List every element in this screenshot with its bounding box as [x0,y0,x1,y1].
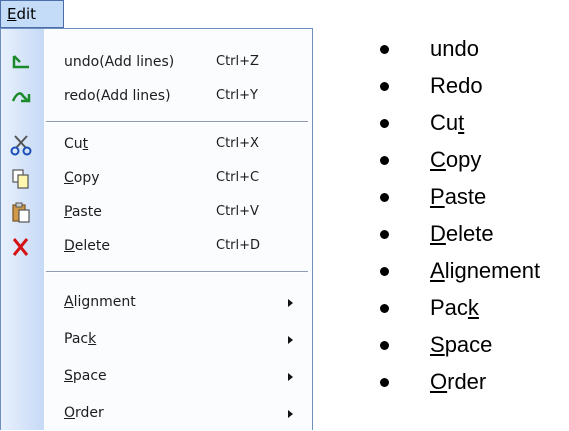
bullet-dot [380,82,389,91]
list-item: Pack [380,293,540,330]
bullet-dot [380,119,389,128]
list-item: Space [380,330,540,367]
menu-item-undo[interactable]: undo(Add lines) Ctrl+Z [1,46,312,80]
copy-icon [12,169,29,189]
shortcut-label: Ctrl+Y [216,88,258,103]
edit-menu-label: Edit [7,5,37,23]
menu-item-alignment[interactable]: Alignment [1,286,312,320]
list-item: Cut [380,108,540,145]
command-bullet-list: undo Redo Cut Copy Paste Delete Aligneme… [380,34,540,404]
list-item: Redo [380,71,540,108]
delete-icon [12,238,29,256]
bullet-dot [380,378,389,387]
bullet-dot [380,45,389,54]
menu-item-label: Order [64,405,104,421]
menu-item-order[interactable]: Order [1,397,312,431]
bullet-dot [380,304,389,313]
menu-item-space[interactable]: Space [1,360,312,394]
list-item: Delete [380,219,540,256]
edit-menu-title[interactable]: Edit [0,0,64,28]
menu-separator [46,121,308,123]
shortcut-label: Ctrl+Z [216,54,259,69]
bullet-dot [380,230,389,239]
bullet-dot [380,156,389,165]
menu-item-label: Paste [64,204,102,220]
shortcut-label: Ctrl+X [216,136,259,151]
shortcut-label: Ctrl+V [216,204,259,219]
redo-icon [11,92,31,103]
edit-dropdown-menu: undo(Add lines) Ctrl+Z redo(Add lines) C… [0,28,313,430]
shortcut-label: Ctrl+D [216,238,261,253]
menu-item-paste[interactable]: Paste Ctrl+V [1,196,312,230]
menu-item-redo[interactable]: redo(Add lines) Ctrl+Y [1,80,312,114]
submenu-arrow-icon [288,410,293,418]
list-item: Paste [380,182,540,219]
menu-item-delete[interactable]: Delete Ctrl+D [1,230,312,264]
list-item: Alignement [380,256,540,293]
undo-icon [12,55,29,69]
list-item: undo [380,34,540,71]
menu-item-copy[interactable]: Copy Ctrl+C [1,162,312,196]
submenu-arrow-icon [288,373,293,381]
menu-item-label: Cut [64,136,89,152]
menu-item-cut[interactable]: Cut Ctrl+X [1,128,312,162]
menu-item-label: Alignment [64,294,136,310]
menu-item-label: Pack [64,331,97,347]
menu-separator [46,271,308,273]
menu-item-label: redo(Add lines) [64,88,171,104]
menu-item-pack[interactable]: Pack [1,323,312,357]
bullet-dot [380,267,389,276]
submenu-arrow-icon [288,336,293,344]
scissors-icon [10,135,32,156]
menu-item-label: Space [64,368,107,384]
submenu-arrow-icon [288,299,293,307]
list-item: Copy [380,145,540,182]
bullet-dot [380,193,389,202]
menu-item-label: Delete [64,238,110,254]
menu-item-label: Copy [64,170,100,186]
list-item: Order [380,367,540,404]
paste-icon [12,202,30,223]
menu-item-label: undo(Add lines) [64,54,175,70]
shortcut-label: Ctrl+C [216,170,260,185]
bullet-dot [380,341,389,350]
